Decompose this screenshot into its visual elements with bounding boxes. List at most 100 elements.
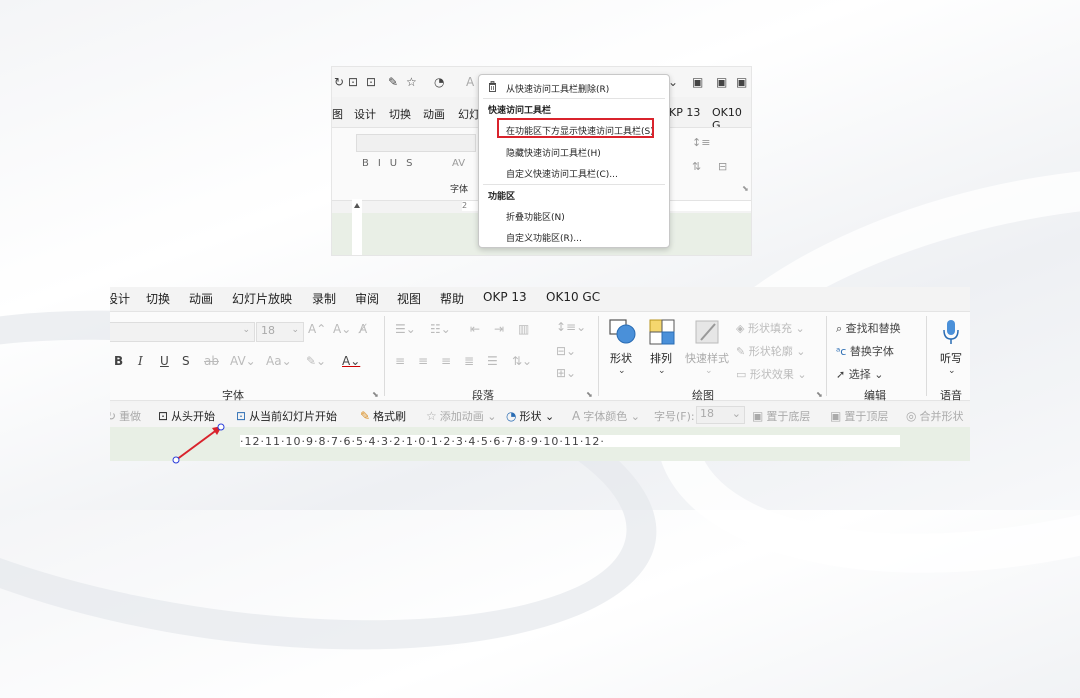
font-name-select[interactable]: ⌄ <box>110 322 255 342</box>
columns-icon[interactable]: ▥ <box>518 322 529 336</box>
strikethrough-icon[interactable]: ab <box>204 354 219 368</box>
text-direction-icon[interactable]: ⇅ <box>692 160 701 173</box>
char-spacing-icon[interactable]: AV <box>452 158 465 169</box>
tab-review[interactable]: 审阅 <box>355 290 379 307</box>
bullets-icon[interactable]: ☰⌄ <box>395 322 416 336</box>
text-direction-icon[interactable]: ⇅⌄ <box>512 354 532 368</box>
tab-design[interactable]: 设计 <box>354 106 376 122</box>
distribute-icon[interactable]: ☰ <box>487 354 498 368</box>
align-text-icon[interactable]: ⊟⌄ <box>556 344 576 358</box>
send-back-icon[interactable]: ▣ <box>692 75 703 89</box>
star-icon[interactable]: ☆ <box>406 75 417 89</box>
font-size-select[interactable]: 18 ⌄ <box>256 322 304 342</box>
ribbon-tabs: 设计 切换 动画 幻灯片放映 录制 审阅 视图 帮助 OKP 13 OK10 G… <box>110 287 970 309</box>
tab-record[interactable]: 录制 <box>312 290 336 307</box>
tab-transitions[interactable]: 切换 <box>389 106 411 122</box>
menu-item-customize-ribbon[interactable]: 自定义功能区(R)... <box>479 226 669 246</box>
undo-icon[interactable]: ↻ <box>334 75 344 89</box>
qat-add-animation[interactable]: ☆ 添加动画 ⌄ <box>426 408 496 424</box>
tab-insert[interactable]: 图 <box>332 106 343 122</box>
chevron-down-icon[interactable]: ⌄ <box>618 366 626 376</box>
tab-okp[interactable]: KP 13 <box>669 106 700 119</box>
find-replace-button[interactable]: ⌕ 查找和替换 <box>836 320 901 336</box>
dialog-launcher-icon[interactable]: ⬊ <box>586 390 593 399</box>
line-spacing-icon[interactable]: ↕≡ <box>692 136 710 149</box>
tab-okp[interactable]: OKP 13 <box>483 290 527 304</box>
tab-design[interactable]: 设计 <box>110 290 130 307</box>
font-name-select[interactable] <box>356 134 476 152</box>
font-color-icon[interactable]: A <box>466 75 474 89</box>
slideshow-icon[interactable]: ⊡ <box>348 75 358 89</box>
tab-help[interactable]: 帮助 <box>440 290 464 307</box>
clear-format-icon[interactable]: A̸ <box>359 322 367 336</box>
scroll-up-arrow[interactable] <box>352 199 362 255</box>
menu-item-hide-qat[interactable]: 隐藏快速访问工具栏(H) <box>479 141 669 161</box>
decrease-indent-icon[interactable]: ⇤ <box>470 322 480 336</box>
arrange-icon[interactable] <box>648 318 676 346</box>
select-button[interactable]: ➚ 选择 ⌄ <box>836 366 883 382</box>
menu-item-collapse-ribbon[interactable]: 折叠功能区(N) <box>479 205 669 225</box>
quick-styles-icon[interactable] <box>693 318 721 346</box>
increase-indent-icon[interactable]: ⇥ <box>494 322 504 336</box>
shadow-icon[interactable]: S <box>182 354 190 368</box>
tab-animations[interactable]: 动画 <box>423 106 445 122</box>
shapes-icon[interactable]: ◔ <box>434 75 444 89</box>
shapes-icon[interactable] <box>608 318 638 346</box>
chevron-down-icon[interactable]: ⌄ <box>658 366 666 376</box>
dialog-launcher-icon[interactable]: ⬊ <box>372 390 379 399</box>
quick-styles-label[interactable]: 快速样式 <box>685 350 729 366</box>
slideshow-current-icon[interactable]: ⊡ <box>366 75 376 89</box>
qat-font-size-select[interactable]: 18 ⌄ <box>696 406 745 424</box>
dialog-launcher-icon[interactable]: ⬊ <box>742 184 749 193</box>
dictate-label[interactable]: 听写 <box>940 350 962 366</box>
smartart-icon[interactable]: ⊞⌄ <box>556 366 576 380</box>
shape-outline-button[interactable]: ✎ 形状轮廓 ⌄ <box>736 343 805 359</box>
qat-format-painter[interactable]: ✎ 格式刷 <box>360 408 406 424</box>
font-format-buttons[interactable]: BIUS <box>362 158 421 169</box>
replace-font-button[interactable]: ᵃc 替换字体 <box>836 343 894 359</box>
tab-view[interactable]: 视图 <box>397 290 421 307</box>
align-right-icon[interactable]: ≡ <box>441 354 451 368</box>
qat-from-current[interactable]: ⊡ 从当前幻灯片开始 <box>236 408 337 424</box>
shrink-font-icon[interactable]: A⌄ <box>333 322 351 336</box>
qat-font-color[interactable]: A 字体颜色 ⌄ <box>572 408 640 424</box>
shape-effects-button[interactable]: ▭ 形状效果 ⌄ <box>736 366 807 382</box>
grow-font-icon[interactable]: A⌃ <box>308 322 326 336</box>
justify-icon[interactable]: ≣ <box>464 354 474 368</box>
align-text-icon[interactable]: ⊟ <box>718 160 727 173</box>
highlight-icon[interactable]: ✎⌄ <box>306 354 326 368</box>
menu-item-customize-qat[interactable]: 自定义快速访问工具栏(C)... <box>479 162 669 182</box>
arrange-label[interactable]: 排列 <box>650 350 672 366</box>
shapes-label[interactable]: 形状 <box>610 350 632 366</box>
chevron-down-icon[interactable]: ⌄ <box>948 366 956 376</box>
shape-fill-button[interactable]: ◈ 形状填充 ⌄ <box>736 320 805 336</box>
tab-slideshow[interactable]: 幻灯片放映 <box>232 290 292 307</box>
char-spacing-icon[interactable]: AV⌄ <box>230 354 256 368</box>
numbering-icon[interactable]: ☷⌄ <box>430 322 451 336</box>
tab-animations[interactable]: 动画 <box>189 290 213 307</box>
align-center-icon[interactable]: ≡ <box>418 354 428 368</box>
change-case-icon[interactable]: Aa⌄ <box>266 354 292 368</box>
menu-item-remove-from-qat[interactable]: 从快速访问工具栏删除(R) <box>479 77 669 97</box>
line-spacing-icon[interactable]: ↕≡⌄ <box>556 320 586 334</box>
font-color-icon[interactable]: A⌄ <box>342 354 360 368</box>
annotation-arrow <box>172 423 225 464</box>
tab-ok10[interactable]: OK10 GC <box>546 290 600 304</box>
dialog-launcher-icon[interactable]: ⬊ <box>816 390 823 399</box>
merge-shapes-icon[interactable]: ▣ <box>736 75 747 89</box>
bold-icon[interactable]: B <box>114 354 123 368</box>
microphone-icon[interactable] <box>942 318 960 346</box>
tab-slideshow[interactable]: 幻灯 <box>458 106 480 122</box>
qat-redo[interactable]: ↻ 重做 <box>110 408 141 424</box>
qat-merge-shapes[interactable]: ◎ 合并形状 <box>906 408 963 424</box>
qat-shapes[interactable]: ◔ 形状 ⌄ <box>506 408 554 424</box>
chevron-down-icon[interactable]: ⌄ <box>705 366 713 376</box>
align-left-icon[interactable]: ≡ <box>395 354 405 368</box>
tab-transitions[interactable]: 切换 <box>146 290 170 307</box>
qat-send-to-back[interactable]: ▣ 置于底层 <box>752 408 810 424</box>
italic-icon[interactable]: I <box>138 354 143 368</box>
underline-icon[interactable]: U <box>160 354 169 368</box>
qat-bring-to-front[interactable]: ▣ 置于顶层 <box>830 408 888 424</box>
bring-front-icon[interactable]: ▣ <box>716 75 727 89</box>
format-painter-icon[interactable]: ✎ <box>388 75 398 89</box>
